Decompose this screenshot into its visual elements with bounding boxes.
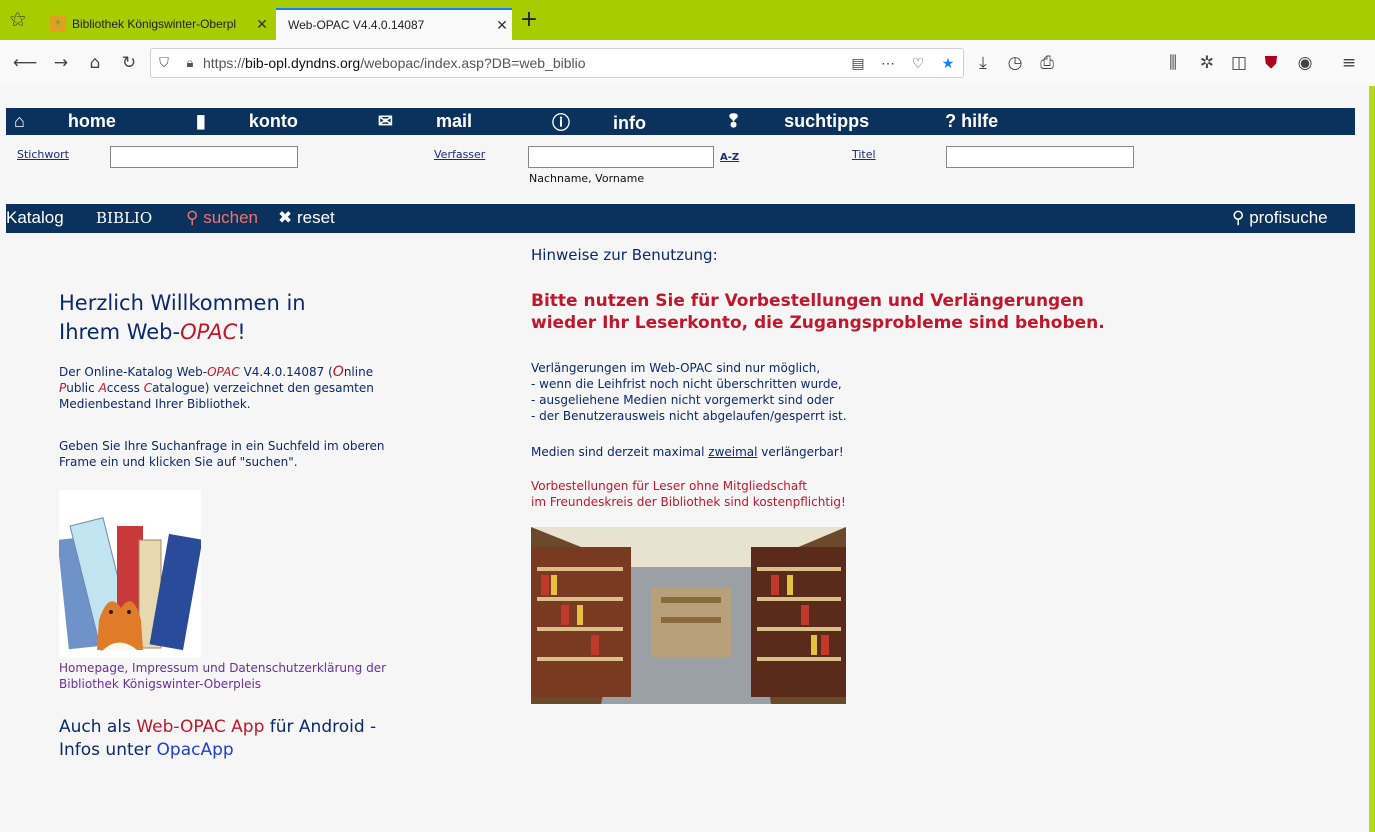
notice-heading: Bitte nutzen Sie für Vorbestellungen und… <box>531 291 1105 333</box>
list-item: - der Benutzerausweis nicht abgelaufen/g… <box>531 409 847 423</box>
reader-view-icon[interactable]: ▤ <box>843 55 873 72</box>
katalog-label: Katalog <box>6 208 64 227</box>
download-icon[interactable]: ⤓ <box>970 50 996 76</box>
forward-arrow-icon[interactable]: → <box>48 50 74 76</box>
renewal-rules: Verlängerungen im Web-OPAC sind nur mögl… <box>531 360 847 424</box>
tab-label: Bibliothek Königswinter-Oberpl <box>72 17 237 31</box>
list-item: Verlängerungen im Web-OPAC sind nur mögl… <box>531 361 821 375</box>
verfasser-hint: Nachname, Vorname <box>529 172 645 185</box>
nav-mail[interactable]: ✉ mail <box>374 111 510 132</box>
close-icon[interactable]: ✕ <box>252 16 272 33</box>
library-interior-photo <box>531 527 846 704</box>
homepage-link[interactable]: Homepage, Impressum und Datenschutzerklä… <box>59 660 439 692</box>
nav-suchtipps[interactable]: ❢ suchtipps <box>722 111 907 132</box>
url-text[interactable]: https://bib-opl.dyndns.org/webopac/index… <box>203 55 843 71</box>
tip-icon: ❢ <box>725 111 742 131</box>
close-icon[interactable]: ✕ <box>492 17 512 34</box>
database-select[interactable]: BIBLIO <box>96 209 152 227</box>
more-icon[interactable]: ⋯ <box>873 55 903 72</box>
max-renewal-text: Medien sind derzeit maximal zweimal verl… <box>531 445 844 459</box>
list-item: - wenn die Leihfrist noch nicht überschr… <box>531 377 842 391</box>
reset-button[interactable]: ✖ reset <box>278 208 335 228</box>
instruction-text: Geben Sie Ihre Suchanfrage in ein Suchfe… <box>59 439 385 469</box>
intro-text: Der Online-Katalog Web-OPAC V4.4.0.14087… <box>59 364 374 411</box>
titel-label[interactable]: Titel <box>852 148 876 161</box>
verfasser-label[interactable]: Verfasser <box>434 148 485 161</box>
library-logo-books-fox[interactable] <box>57 490 203 658</box>
library-icon[interactable]: ⫼ <box>1160 50 1186 76</box>
reload-icon[interactable]: ↻ <box>116 50 142 76</box>
print-icon[interactable]: ⎙ <box>1034 50 1060 76</box>
app-info: Auch als Web-OPAC App für Android - Info… <box>59 717 377 760</box>
pocket-icon[interactable]: ♡ <box>903 55 933 72</box>
stichwort-label[interactable]: Stichwort <box>17 148 69 161</box>
stichwort-input[interactable] <box>110 146 298 168</box>
address-bar[interactable]: ⛉ 🔒︎ https://bib-opl.dyndns.org/webopac/… <box>150 48 964 78</box>
welcome-heading: Herzlich Willkommen in Ihrem Web-OPAC! <box>59 291 306 344</box>
reset-x-icon: ✖ <box>278 208 293 227</box>
az-link[interactable]: A-Z <box>720 152 739 163</box>
page-content: ⌂ home ▮ konto ✉ mail ⓘ info ❢ suchtipps… <box>0 86 1369 832</box>
nav-home[interactable]: ⌂ home <box>10 111 154 132</box>
lock-icon[interactable]: 🔒︎ <box>177 55 203 71</box>
tab-bibliothek[interactable]: ✦ Bibliothek Königswinter-Oberpl ✕ <box>42 8 272 40</box>
tab-label: Web-OPAC V4.4.0.14087 <box>288 18 425 32</box>
magic-search-icon: ⚲ <box>1232 208 1245 227</box>
opacapp-link[interactable]: OpacApp <box>157 740 234 760</box>
search-form: Stichwort Verfasser A-Z Nachname, Vornam… <box>0 142 1369 196</box>
fee-notice: Vorbestellungen für Leser ohne Mitglieds… <box>531 479 846 509</box>
shield-icon[interactable]: ⛉ <box>151 55 177 71</box>
catalog-bar: Katalog BIBLIO ⚲ suchen ✖ reset ⚲ profis… <box>6 204 1355 233</box>
nav-info[interactable]: ⓘ info <box>548 109 684 135</box>
history-clock-icon[interactable]: ◷ <box>1002 50 1028 76</box>
fox-favicon-icon: ✦ <box>50 16 66 32</box>
search-button[interactable]: ⚲ suchen <box>186 208 258 228</box>
house-icon: ⌂ <box>14 111 25 131</box>
ublock-shield-icon[interactable]: ⛊ <box>1258 50 1284 76</box>
home-icon[interactable]: ⌂ <box>82 50 108 76</box>
verfasser-input[interactable] <box>528 146 714 168</box>
new-tab-button[interactable]: + <box>516 8 542 34</box>
browser-tab-bar: ⚝ ✦ Bibliothek Königswinter-Oberpl ✕ Web… <box>0 0 1375 40</box>
extension-gear-icon[interactable]: ✲ <box>1194 50 1220 76</box>
nav-hilfe[interactable]: ? hilfe <box>945 111 998 132</box>
menu-hamburger-icon[interactable]: ≡ <box>1336 50 1362 76</box>
back-arrow-icon[interactable]: ⟵ <box>12 50 38 76</box>
sidebar-icon[interactable]: ◫ <box>1226 50 1252 76</box>
tab-webopac[interactable]: Web-OPAC V4.4.0.14087 ✕ <box>276 8 512 40</box>
list-item: - ausgeliehene Medien nicht vorgemerkt s… <box>531 393 834 407</box>
mail-icon: ✉ <box>377 111 393 131</box>
bookmark-star-icon[interactable]: ★ <box>933 55 963 72</box>
window-edge <box>1369 86 1375 832</box>
account-icon: ▮ <box>195 111 206 131</box>
zweimal-link[interactable]: zweimal <box>708 445 757 459</box>
titel-input[interactable] <box>946 146 1134 168</box>
opac-top-nav: ⌂ home ▮ konto ✉ mail ⓘ info ❢ suchtipps… <box>6 108 1355 135</box>
account-circle-icon[interactable]: ◉ <box>1292 50 1318 76</box>
pinned-tab-icon[interactable]: ⚝ <box>10 9 26 29</box>
search-icon: ⚲ <box>186 208 199 227</box>
info-icon: ⓘ <box>551 112 570 133</box>
browser-nav-bar: ⟵ → ⌂ ↻ ⛉ 🔒︎ https://bib-opl.dyndns.org/… <box>0 40 1375 87</box>
profisuche-button[interactable]: ⚲ profisuche <box>1232 208 1328 228</box>
hinweise-heading: Hinweise zur Benutzung: <box>531 246 718 264</box>
nav-konto[interactable]: ▮ konto <box>192 111 336 132</box>
